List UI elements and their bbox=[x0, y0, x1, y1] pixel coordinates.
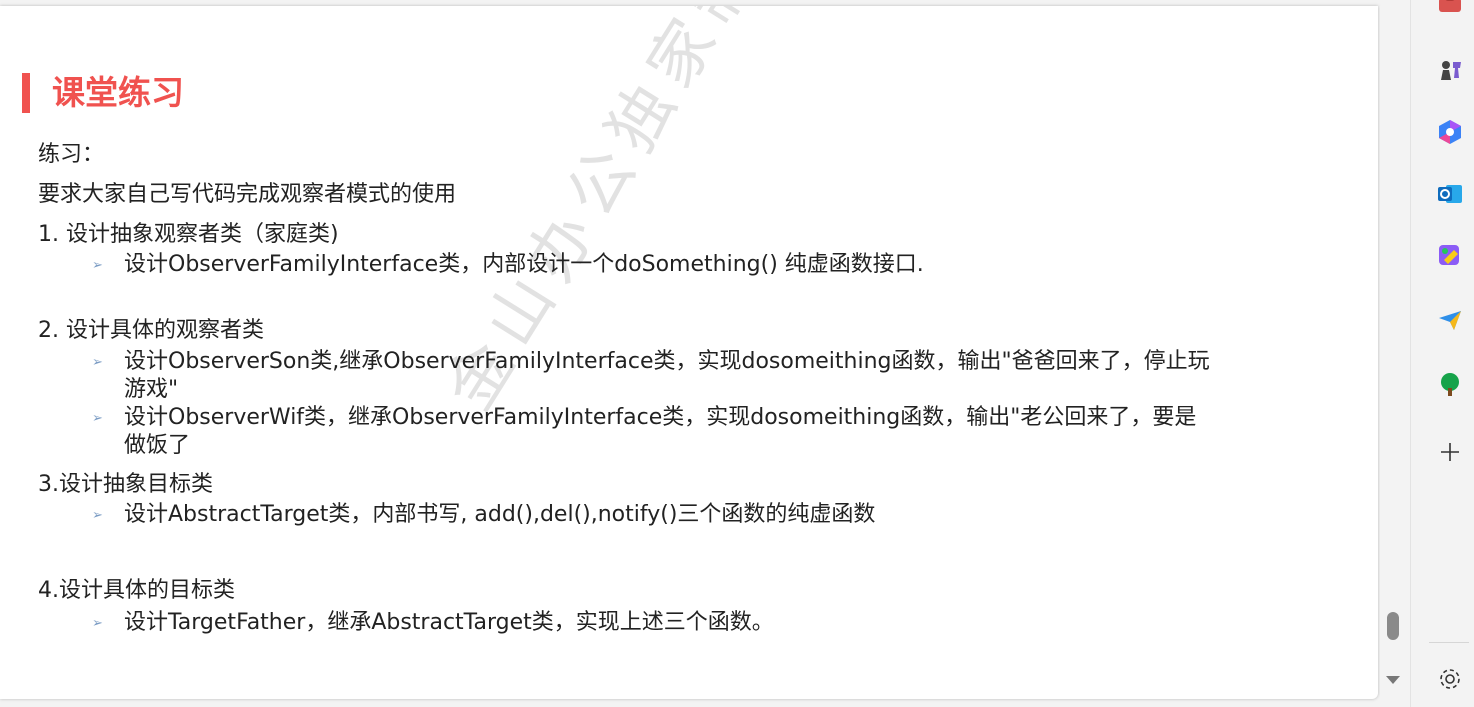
bullet-arrow-icon: ➢ bbox=[92, 411, 103, 426]
bullet-arrow-icon: ➢ bbox=[92, 258, 103, 273]
bullet-arrow-icon: ➢ bbox=[92, 355, 103, 370]
chess-icon[interactable] bbox=[1436, 56, 1464, 84]
vertical-scrollbar[interactable] bbox=[1380, 6, 1404, 699]
bullet-item-continued: 游戏" bbox=[124, 377, 179, 402]
text-line: 练习： bbox=[38, 142, 105, 167]
scroll-down-arrow-icon[interactable] bbox=[1386, 676, 1400, 684]
bullet-item: 设计ObserverSon类,继承ObserverFamilyInterface… bbox=[124, 349, 1210, 374]
bullet-item: 设计ObserverFamilyInterface类，内部设计一个doSomet… bbox=[124, 252, 924, 277]
bullet-item: 设计ObserverWif类，继承ObserverFamilyInterface… bbox=[124, 405, 1197, 430]
designer-icon[interactable] bbox=[1436, 242, 1464, 270]
outlook-icon[interactable] bbox=[1436, 180, 1464, 208]
bullet-arrow-icon: ➢ bbox=[92, 508, 103, 523]
bullet-item: 设计TargetFather，继承AbstractTarget类，实现上述三个函… bbox=[124, 610, 774, 635]
toolbox-icon[interactable] bbox=[1436, 0, 1464, 18]
text-line: 2. 设计具体的观察者类 bbox=[38, 318, 264, 343]
bullet-arrow-icon: ➢ bbox=[92, 616, 103, 631]
browser-sidebar bbox=[1410, 0, 1474, 707]
text-line: 3.设计抽象目标类 bbox=[38, 472, 213, 497]
add-icon[interactable] bbox=[1436, 438, 1464, 466]
send-icon[interactable] bbox=[1436, 306, 1464, 334]
bullet-item: 设计AbstractTarget类，内部书写, add(),del(),noti… bbox=[124, 502, 876, 527]
sidebar-divider bbox=[1429, 642, 1469, 643]
document-page: 金山办公独家制作 课堂练习 练习： 要求大家自己写代码完成观察者模式的使用 1.… bbox=[0, 6, 1378, 699]
title-accent-bar bbox=[22, 73, 30, 113]
scrollbar-thumb[interactable] bbox=[1387, 612, 1399, 640]
bullet-item-continued: 做饭了 bbox=[124, 433, 191, 458]
slide-title: 课堂练习 bbox=[52, 73, 184, 112]
text-line: 1. 设计抽象观察者类（家庭类) bbox=[38, 222, 339, 247]
tree-icon[interactable] bbox=[1436, 370, 1464, 398]
text-line: 要求大家自己写代码完成观察者模式的使用 bbox=[38, 182, 457, 207]
settings-icon[interactable] bbox=[1436, 665, 1464, 693]
text-line: 4.设计具体的目标类 bbox=[38, 578, 235, 603]
copilot-icon[interactable] bbox=[1436, 118, 1464, 146]
